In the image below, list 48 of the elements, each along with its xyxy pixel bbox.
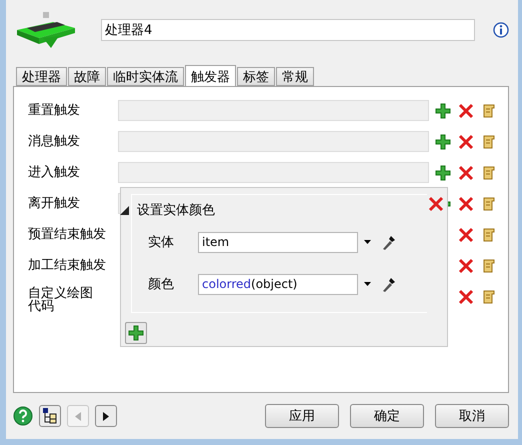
tab[interactable]: 触发器 [185,65,236,87]
add-button[interactable] [125,322,147,344]
tab[interactable]: 临时实体流 [107,67,184,86]
trigger-label: 重置触发 [28,104,81,117]
add-icon[interactable] [434,132,452,150]
eyedropper-icon[interactable] [381,275,397,293]
trigger-field[interactable] [118,100,429,121]
trigger-label: 加工结束触发 [28,259,107,272]
trigger-label: 自定义绘图代码 [28,286,94,312]
caret-icon[interactable] [364,240,371,244]
tab[interactable]: 处理器 [16,67,67,86]
collapse-icon[interactable] [120,206,129,214]
trigger-field[interactable] [118,162,429,183]
tab[interactable]: 常规 [276,67,314,86]
close-icon[interactable] [428,196,444,212]
delete-icon[interactable] [457,194,475,212]
delete-icon[interactable] [457,288,475,306]
caret-icon[interactable] [364,282,371,286]
delete-icon[interactable] [457,132,475,150]
dialog-button[interactable]: 应用 [265,404,339,428]
tab[interactable]: 故障 [68,67,106,86]
field-label: 颜色 [148,276,175,293]
value-field[interactable]: colorred(object) [198,274,358,294]
trigger-label: 消息触发 [28,135,81,148]
add-icon[interactable] [434,164,452,182]
trigger-field[interactable] [118,131,429,152]
dialog-button[interactable]: 确定 [350,404,424,428]
value-field[interactable]: item [198,232,358,252]
forward-button[interactable] [95,405,117,427]
trigger-label: 离开触发 [28,197,81,210]
left-arrow-icon [75,412,81,420]
delete-icon[interactable] [457,226,475,244]
info-icon[interactable] [493,22,509,38]
right-arrow-icon [103,412,109,420]
delete-icon[interactable] [457,164,475,182]
tab[interactable]: 标签 [237,67,275,86]
dialog-button[interactable]: 取消 [435,404,509,428]
field-label: 实体 [148,234,175,251]
tree-view-button[interactable] [39,405,61,427]
popup-title: 设置实体颜色 [137,202,215,219]
delete-icon[interactable] [457,256,475,274]
trigger-label: 进入触发 [28,166,81,179]
trigger-label: 预置结束触发 [28,228,107,241]
add-icon[interactable] [434,102,452,120]
eyedropper-icon[interactable] [381,233,397,251]
help-icon[interactable] [13,406,33,426]
name-field[interactable]: 处理器4 [101,19,475,41]
delete-icon[interactable] [457,102,475,120]
